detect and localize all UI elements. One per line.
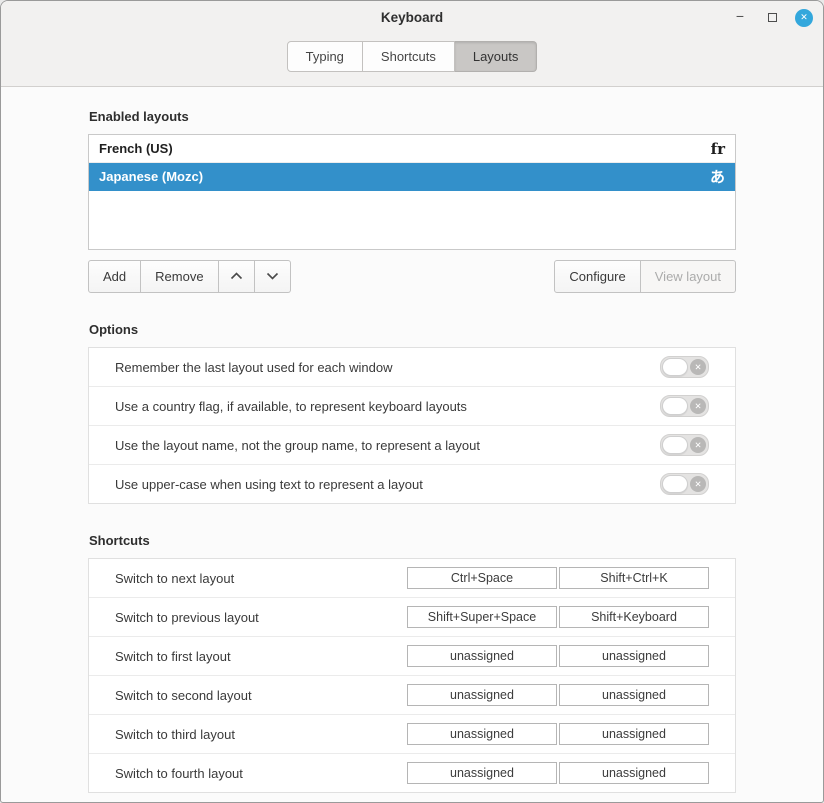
toggle-upper-case[interactable]: ✕ bbox=[660, 473, 709, 495]
keybinding-button[interactable]: Shift+Ctrl+K bbox=[559, 567, 709, 589]
toggle-off-icon: ✕ bbox=[690, 398, 706, 414]
shortcut-label: Switch to third layout bbox=[115, 727, 405, 742]
chevron-up-icon bbox=[230, 272, 243, 280]
toggle-knob bbox=[662, 475, 688, 493]
window-header: Keyboard − ✕ Typing Shortcuts Layouts bbox=[1, 1, 823, 87]
keybinding-button[interactable]: Ctrl+Space bbox=[407, 567, 557, 589]
layout-glyph: fr bbox=[711, 140, 725, 158]
view-layout-button[interactable]: View layout bbox=[641, 260, 736, 293]
shortcut-row: Switch to next layout Ctrl+Space Shift+C… bbox=[89, 559, 735, 597]
option-label: Use a country flag, if available, to rep… bbox=[115, 399, 660, 414]
list-edit-buttons: Add Remove bbox=[88, 260, 291, 293]
enabled-layouts-list[interactable]: French (US) fr Japanese (Mozc) あ bbox=[88, 134, 736, 250]
maximize-button[interactable] bbox=[763, 9, 781, 27]
toggle-layout-name[interactable]: ✕ bbox=[660, 434, 709, 456]
minimize-button[interactable]: − bbox=[731, 7, 749, 29]
option-label: Use the layout name, not the group name,… bbox=[115, 438, 660, 453]
layout-row-japanese[interactable]: Japanese (Mozc) あ bbox=[89, 163, 735, 191]
option-label: Remember the last layout used for each w… bbox=[115, 360, 660, 375]
option-label: Use upper-case when using text to repres… bbox=[115, 477, 660, 492]
toggle-remember-layout[interactable]: ✕ bbox=[660, 356, 709, 378]
option-row: Remember the last layout used for each w… bbox=[89, 348, 735, 386]
move-down-button[interactable] bbox=[255, 260, 291, 293]
keybinding-button[interactable]: Shift+Keyboard bbox=[559, 606, 709, 628]
close-button[interactable]: ✕ bbox=[795, 9, 813, 27]
move-up-button[interactable] bbox=[219, 260, 255, 293]
titlebar[interactable]: Keyboard − ✕ bbox=[1, 1, 823, 34]
shortcut-row: Switch to second layout unassigned unass… bbox=[89, 675, 735, 714]
layout-list-toolbar: Add Remove Configure View layout bbox=[88, 259, 736, 293]
option-row: Use a country flag, if available, to rep… bbox=[89, 386, 735, 425]
keybinding-button[interactable]: unassigned bbox=[407, 723, 557, 745]
layout-glyph: あ bbox=[710, 166, 725, 187]
add-layout-button[interactable]: Add bbox=[88, 260, 141, 293]
keybinding-button[interactable]: unassigned bbox=[559, 645, 709, 667]
toggle-knob bbox=[662, 436, 688, 454]
shortcut-label: Switch to first layout bbox=[115, 649, 405, 664]
shortcut-row: Switch to third layout unassigned unassi… bbox=[89, 714, 735, 753]
tab-switcher: Typing Shortcuts Layouts bbox=[1, 34, 823, 86]
tab-layouts[interactable]: Layouts bbox=[455, 41, 538, 72]
keybinding-button[interactable]: unassigned bbox=[559, 762, 709, 784]
maximize-icon bbox=[768, 13, 777, 22]
chevron-down-icon bbox=[266, 272, 279, 280]
enabled-layouts-heading: Enabled layouts bbox=[89, 109, 736, 124]
remove-layout-button[interactable]: Remove bbox=[141, 260, 218, 293]
options-heading: Options bbox=[89, 322, 736, 337]
tab-shortcuts[interactable]: Shortcuts bbox=[363, 41, 455, 72]
tab-typing[interactable]: Typing bbox=[287, 41, 363, 72]
layout-name: French (US) bbox=[99, 141, 711, 156]
keybinding-button[interactable]: unassigned bbox=[559, 723, 709, 745]
keybinding-button[interactable]: Shift+Super+Space bbox=[407, 606, 557, 628]
window-title: Keyboard bbox=[381, 10, 443, 25]
shortcut-label: Switch to fourth layout bbox=[115, 766, 405, 781]
keybinding-button[interactable]: unassigned bbox=[407, 645, 557, 667]
option-row: Use the layout name, not the group name,… bbox=[89, 425, 735, 464]
keybinding-button[interactable]: unassigned bbox=[407, 684, 557, 706]
shortcut-row: Switch to fourth layout unassigned unass… bbox=[89, 753, 735, 792]
shortcuts-group: Switch to next layout Ctrl+Space Shift+C… bbox=[88, 558, 736, 793]
keybinding-button[interactable]: unassigned bbox=[407, 762, 557, 784]
toggle-off-icon: ✕ bbox=[690, 437, 706, 453]
layouts-panel: Enabled layouts French (US) fr Japanese … bbox=[1, 109, 823, 793]
keybinding-button[interactable]: unassigned bbox=[559, 684, 709, 706]
shortcut-label: Switch to second layout bbox=[115, 688, 405, 703]
configure-button[interactable]: Configure bbox=[554, 260, 640, 293]
shortcut-row: Switch to first layout unassigned unassi… bbox=[89, 636, 735, 675]
layout-name: Japanese (Mozc) bbox=[99, 169, 710, 184]
shortcut-label: Switch to previous layout bbox=[115, 610, 405, 625]
toggle-off-icon: ✕ bbox=[690, 476, 706, 492]
shortcuts-heading: Shortcuts bbox=[89, 533, 736, 548]
toggle-off-icon: ✕ bbox=[690, 359, 706, 375]
shortcut-label: Switch to next layout bbox=[115, 571, 405, 586]
layout-action-buttons: Configure View layout bbox=[554, 260, 736, 293]
options-group: Remember the last layout used for each w… bbox=[88, 347, 736, 504]
window-controls: − ✕ bbox=[731, 1, 813, 34]
shortcut-row: Switch to previous layout Shift+Super+Sp… bbox=[89, 597, 735, 636]
toggle-country-flag[interactable]: ✕ bbox=[660, 395, 709, 417]
toggle-knob bbox=[662, 358, 688, 376]
toggle-knob bbox=[662, 397, 688, 415]
keyboard-settings-window: Keyboard − ✕ Typing Shortcuts Layouts En… bbox=[0, 0, 824, 803]
layout-row-french[interactable]: French (US) fr bbox=[89, 135, 735, 163]
option-row: Use upper-case when using text to repres… bbox=[89, 464, 735, 503]
